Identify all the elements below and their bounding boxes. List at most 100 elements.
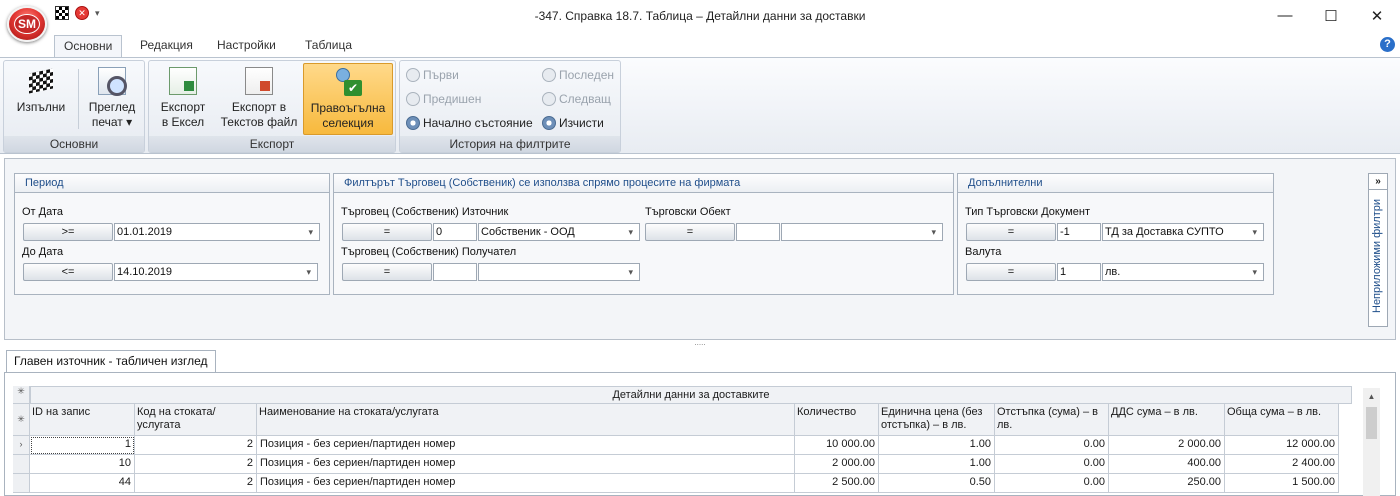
source-trader-code-field[interactable]: 0 [433,223,477,241]
inapplicable-filters-tab[interactable]: » Неприложими филтри [1368,173,1388,327]
currency-select[interactable]: лв. [1102,263,1264,281]
receiver-trader-code-field[interactable] [433,263,477,281]
table-cell[interactable]: 0.50 [879,474,995,493]
panel-splitter[interactable]: ..... [0,339,1400,348]
expand-chevron-icon[interactable]: » [1369,174,1387,190]
receiver-trader-operator-button[interactable]: = [342,263,432,281]
column-header[interactable]: Отстъпка (сума) – в лв. [995,404,1109,436]
table-cell[interactable]: 2 [135,455,257,474]
checkered-flag-icon [29,68,53,94]
table-cell[interactable]: Позиция - без сериен/партиден номер [257,474,795,493]
minimize-button[interactable]: — [1262,0,1308,31]
additional-group: Допълнителни Тип Търговски Документ = -1… [957,173,1274,295]
table-cell[interactable]: 2 [135,436,257,455]
ribbon-group-export: Експорт в Ексел Експорт в Текстов файл П… [148,60,396,153]
column-header[interactable]: Количество [795,404,879,436]
from-date-operator-button[interactable]: >= [23,223,113,241]
next-icon [542,92,556,106]
table-cell[interactable]: 2 [135,474,257,493]
export-excel-button[interactable]: Експорт в Ексел [153,63,213,135]
clear-button[interactable]: Изчисти [542,114,604,132]
tab-osnovni[interactable]: Основни [54,35,123,57]
close-button[interactable]: ✕ [1354,0,1400,31]
band-corner: ✳ [13,386,30,404]
trade-object-select[interactable] [781,223,943,241]
doc-type-operator-button[interactable]: = [966,223,1056,241]
table-cell[interactable]: 1 500.00 [1225,474,1339,493]
table-cell[interactable]: 2 400.00 [1225,455,1339,474]
row-indicator[interactable] [13,455,30,474]
rectangular-selection-icon [334,68,362,96]
table-cell[interactable]: Позиция - без сериен/партиден номер [257,436,795,455]
column-header[interactable]: ДДС сума – в лв. [1109,404,1225,436]
row-indicator[interactable] [13,474,30,493]
app-logo: SM [14,14,40,34]
table-cell[interactable]: 0.00 [995,436,1109,455]
table-cell[interactable]: 2 000.00 [795,455,879,474]
ribbon-panel: Изпълни Преглед печат ▾ Основни Експорт … [0,57,1400,154]
table-cell[interactable]: 10 000.00 [795,436,879,455]
last-button[interactable]: Последен [542,66,614,84]
table-cell[interactable]: 2 500.00 [795,474,879,493]
column-header[interactable]: ID на запис [30,404,135,436]
rectangular-selection-button[interactable]: Правоъгълна селекция [303,63,393,135]
vertical-scrollbar[interactable]: ▲ [1363,388,1380,496]
first-button[interactable]: Първи [406,66,459,84]
table-cell[interactable]: 0.00 [995,455,1109,474]
next-button[interactable]: Следващ [542,90,611,108]
print-preview-icon [98,67,127,96]
scroll-up-icon[interactable]: ▲ [1363,388,1380,405]
tab-redaktsia[interactable]: Редакция [131,35,202,57]
header-corner[interactable]: ✳ [13,404,30,436]
table-cell[interactable]: 1.00 [879,436,995,455]
additional-title: Допълнителни [958,174,1273,193]
to-date-field[interactable]: 14.10.2019 [114,263,318,281]
ribbon-group-filter-history: Първи Последен Предишен Следващ Начално … [399,60,621,153]
source-trader-select[interactable]: Собственик - ООД [478,223,640,241]
row-indicator[interactable]: › [13,436,30,455]
table-cell[interactable]: 2 000.00 [1109,436,1225,455]
doc-type-select[interactable]: ТД за Доставка СУПТО [1102,223,1264,241]
maximize-button[interactable]: ☐ [1308,0,1354,31]
column-header[interactable]: Код на стоката/услугата [135,404,257,436]
source-trader-label: Търговец (Собственик) Източник [341,206,509,218]
receiver-trader-select[interactable] [478,263,640,281]
currency-code-field[interactable]: 1 [1057,263,1101,281]
tab-nastroyki[interactable]: Настройки [208,35,285,57]
previous-button[interactable]: Предишен [406,90,481,108]
trade-object-operator-button[interactable]: = [645,223,735,241]
table-cell[interactable]: Позиция - без сериен/партиден номер [257,455,795,474]
table-cell[interactable]: 1.00 [879,455,995,474]
initial-state-button[interactable]: Начално състояние [406,114,533,132]
column-header[interactable]: Обща сума – в лв. [1225,404,1339,436]
app-menu-button[interactable]: SM [7,6,47,42]
group-label-export: Експорт [149,136,395,152]
to-date-operator-button[interactable]: <= [23,263,113,281]
tab-tablitsa[interactable]: Таблица [296,35,361,57]
table-cell[interactable]: 12 000.00 [1225,436,1339,455]
column-header[interactable]: Единична цена (без отстъпка) – в лв. [879,404,995,436]
table-cell[interactable]: 0.00 [995,474,1109,493]
doc-type-code-field[interactable]: -1 [1057,223,1101,241]
print-preview-button[interactable]: Преглед печат ▾ [82,63,142,135]
help-icon[interactable]: ? [1380,37,1395,52]
table-cell[interactable]: 10 [30,455,135,474]
inapplicable-filters-label: Неприложими филтри [1371,199,1383,313]
table-cell[interactable]: 250.00 [1109,474,1225,493]
scroll-thumb[interactable] [1366,407,1377,439]
table-cell[interactable]: 44 [30,474,135,493]
run-button[interactable]: Изпълни [8,63,74,135]
currency-operator-button[interactable]: = [966,263,1056,281]
tab-main-source-table[interactable]: Главен източник - табличен изглед [6,350,216,372]
column-header[interactable]: Наименование на стоката/услугата [257,404,795,436]
from-date-field[interactable]: 01.01.2019 [114,223,320,241]
initial-state-icon [406,116,420,130]
trade-object-code-field[interactable] [736,223,780,241]
table-cell[interactable]: 400.00 [1109,455,1225,474]
export-text-button[interactable]: Експорт в Текстов файл [217,63,301,135]
table-cell[interactable]: 1 [30,436,135,455]
trader-title: Филтърът Търговец (Собственик) се използ… [334,174,953,193]
period-title: Период [15,174,329,193]
clear-icon [542,116,556,130]
source-trader-operator-button[interactable]: = [342,223,432,241]
